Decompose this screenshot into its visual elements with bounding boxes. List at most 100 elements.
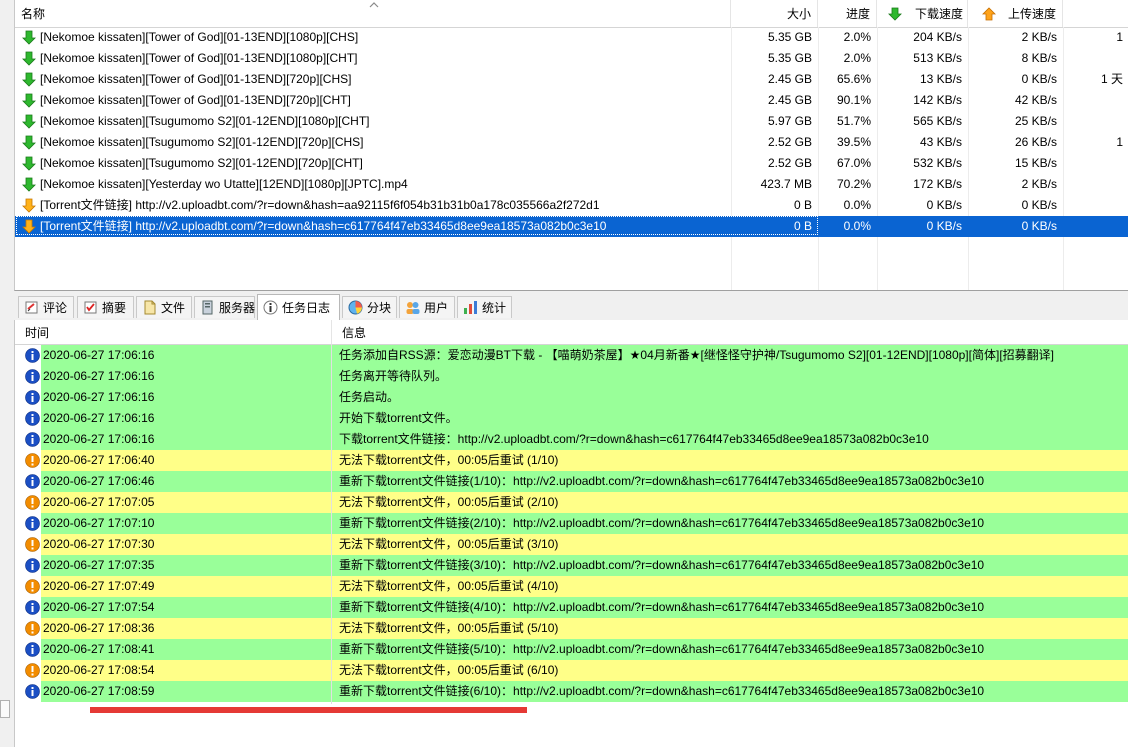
- download-size: 423.7 MB: [760, 177, 812, 191]
- log-time: 2020-06-27 17:07:54: [43, 600, 155, 614]
- download-size: 0 B: [793, 219, 812, 233]
- file-icon: [144, 300, 156, 315]
- download-row[interactable]: [Nekomoe kissaten][Yesterday wo Utatte][…: [15, 174, 1128, 195]
- upload-speed: 2 KB/s: [1021, 177, 1057, 191]
- task-log-panel[interactable]: 时间 信息 2020-06-27 17:06:16 任务添加自RSS源：爱恋动漫B…: [14, 320, 1128, 747]
- tab-7[interactable]: 统计: [457, 296, 512, 318]
- log-column-time[interactable]: 时间: [15, 320, 332, 344]
- log-entry-background: [41, 618, 1128, 639]
- download-row[interactable]: [Nekomoe kissaten][Tsugumomo S2][01-12EN…: [15, 153, 1128, 174]
- download-remaining: 1 天: [1100, 72, 1123, 86]
- warning-icon: [25, 621, 40, 636]
- download-row[interactable]: [Torrent文件链接] http://v2.uploadbt.com/?r=…: [15, 216, 1128, 237]
- log-entry-background: [41, 576, 1128, 597]
- log-message: 无法下载torrent文件，00:05后重试 (3/10): [339, 537, 559, 551]
- log-entry[interactable]: 2020-06-27 17:07:05 无法下载torrent文件，00:05后重…: [15, 492, 1128, 513]
- download-list[interactable]: 名称 大小 进度 下载速度 上传速度 [Nekomoe kissaten][To…: [14, 0, 1128, 291]
- left-edge-panel: [0, 0, 14, 747]
- log-entry[interactable]: 2020-06-27 17:06:16 任务启动。: [15, 387, 1128, 408]
- server-icon: [202, 300, 213, 315]
- log-message: 重新下载torrent文件链接(6/10)：http://v2.uploadbt…: [339, 684, 985, 698]
- tab-label: 任务日志: [282, 301, 331, 315]
- log-entry[interactable]: 2020-06-27 17:07:30 无法下载torrent文件，00:05后重…: [15, 534, 1128, 555]
- log-time: 2020-06-27 17:06:46: [43, 474, 155, 488]
- tab-label: 评论: [43, 301, 68, 315]
- log-entry[interactable]: 2020-06-27 17:08:36 无法下载torrent文件，00:05后重…: [15, 618, 1128, 639]
- log-time: 2020-06-27 17:07:05: [43, 495, 155, 509]
- log-entry[interactable]: 2020-06-27 17:07:49 无法下载torrent文件，00:05后重…: [15, 576, 1128, 597]
- download-row[interactable]: [Nekomoe kissaten][Tower of God][01-13EN…: [15, 48, 1128, 69]
- red-underline-annotation: [90, 707, 527, 713]
- left-edge-grip[interactable]: [0, 700, 10, 718]
- log-time: 2020-06-27 17:06:16: [43, 348, 155, 362]
- detail-tab-bar: 评论 摘要 文件 服务器 任务日志 分块 用户 统计: [14, 294, 1128, 320]
- log-entry[interactable]: 2020-06-27 17:07:54 重新下载torrent文件链接(4/10)…: [15, 597, 1128, 618]
- tab-1[interactable]: 摘要: [77, 296, 134, 318]
- tab-0[interactable]: 评论: [18, 296, 74, 318]
- log-entry[interactable]: 2020-06-27 17:08:41 重新下载torrent文件链接(5/10)…: [15, 639, 1128, 660]
- upload-speed-icon: [982, 7, 996, 21]
- log-time: 2020-06-27 17:08:54: [43, 663, 155, 677]
- tab-label: 分块: [367, 301, 392, 315]
- download-size: 0 B: [793, 198, 812, 212]
- download-progress: 2.0%: [843, 51, 871, 65]
- column-header-download-speed[interactable]: 下载速度: [877, 0, 968, 27]
- log-time: 2020-06-27 17:06:16: [43, 369, 155, 383]
- download-row[interactable]: [Nekomoe kissaten][Tsugumomo S2][01-12EN…: [15, 111, 1128, 132]
- tab-3[interactable]: 服务器: [194, 296, 255, 318]
- log-entry-background: [41, 492, 1128, 513]
- tab-5[interactable]: 分块: [342, 296, 397, 318]
- log-entry[interactable]: 2020-06-27 17:06:40 无法下载torrent文件，00:05后重…: [15, 450, 1128, 471]
- info-icon: [25, 411, 40, 426]
- download-name: [Nekomoe kissaten][Tower of God][01-13EN…: [18, 48, 728, 69]
- download-row[interactable]: [Nekomoe kissaten][Tsugumomo S2][01-12EN…: [15, 132, 1128, 153]
- log-message: 重新下载torrent文件链接(2/10)：http://v2.uploadbt…: [339, 516, 985, 530]
- download-row[interactable]: [Nekomoe kissaten][Tower of God][01-13EN…: [15, 27, 1128, 48]
- green-down-arrow-icon: [22, 30, 36, 45]
- log-message: 重新下载torrent文件链接(1/10)：http://v2.uploadbt…: [339, 474, 985, 488]
- download-speed: 513 KB/s: [913, 51, 962, 65]
- log-entry[interactable]: 2020-06-27 17:08:54 无法下载torrent文件，00:05后重…: [15, 660, 1128, 681]
- download-row[interactable]: [Torrent文件链接] http://v2.uploadbt.com/?r=…: [15, 195, 1128, 216]
- info-icon: [25, 348, 40, 363]
- download-size: 5.35 GB: [767, 51, 812, 65]
- download-size: 2.45 GB: [767, 72, 812, 86]
- download-size: 2.52 GB: [767, 156, 812, 170]
- log-entry[interactable]: 2020-06-27 17:06:16 任务离开等待队列。: [15, 366, 1128, 387]
- log-entry[interactable]: 2020-06-27 17:07:10 重新下载torrent文件链接(2/10)…: [15, 513, 1128, 534]
- tab-4[interactable]: 任务日志: [257, 294, 340, 320]
- upload-speed: 0 KB/s: [1021, 198, 1057, 212]
- log-entry[interactable]: 2020-06-27 17:08:59 重新下载torrent文件链接(6/10)…: [15, 681, 1128, 702]
- download-progress: 70.2%: [836, 177, 871, 191]
- log-entry[interactable]: 2020-06-27 17:06:16 任务添加自RSS源：爱恋动漫BT下载 - …: [15, 345, 1128, 366]
- column-header-progress[interactable]: 进度: [818, 0, 877, 27]
- download-remaining: [1063, 90, 1128, 111]
- tab-6[interactable]: 用户: [399, 296, 455, 318]
- tab-2[interactable]: 文件: [136, 296, 192, 318]
- log-message: 开始下载torrent文件。: [339, 411, 458, 425]
- log-entry[interactable]: 2020-06-27 17:06:16 开始下载torrent文件。: [15, 408, 1128, 429]
- log-time: 2020-06-27 17:08:36: [43, 621, 155, 635]
- log-header: 时间 信息: [15, 320, 1128, 345]
- info-icon: [25, 432, 40, 447]
- info-icon: [25, 600, 40, 615]
- download-size: 2.45 GB: [767, 93, 812, 107]
- log-entry-background: [41, 660, 1128, 681]
- upload-speed-label: 上传速度: [1008, 7, 1057, 21]
- download-speed: 172 KB/s: [913, 177, 962, 191]
- tab-label: 服务器: [219, 301, 256, 315]
- log-entry[interactable]: 2020-06-27 17:07:35 重新下载torrent文件链接(3/10)…: [15, 555, 1128, 576]
- log-entry[interactable]: 2020-06-27 17:06:46 重新下载torrent文件链接(1/10)…: [15, 471, 1128, 492]
- column-header-size[interactable]: 大小: [731, 0, 818, 27]
- comment-icon: [25, 301, 38, 314]
- download-row[interactable]: [Nekomoe kissaten][Tower of God][01-13EN…: [15, 69, 1128, 90]
- info-icon: [25, 558, 40, 573]
- download-row[interactable]: [Nekomoe kissaten][Tower of God][01-13EN…: [15, 90, 1128, 111]
- log-message: 任务离开等待队列。: [339, 369, 448, 383]
- log-entry[interactable]: 2020-06-27 17:06:16 下载torrent文件链接：http://…: [15, 429, 1128, 450]
- download-name: [Nekomoe kissaten][Tower of God][01-13EN…: [18, 90, 728, 111]
- log-time: 2020-06-27 17:06:16: [43, 411, 155, 425]
- column-header-remaining[interactable]: [1063, 0, 1128, 27]
- log-column-message[interactable]: 信息: [332, 320, 1128, 344]
- column-header-upload-speed[interactable]: 上传速度: [968, 0, 1063, 27]
